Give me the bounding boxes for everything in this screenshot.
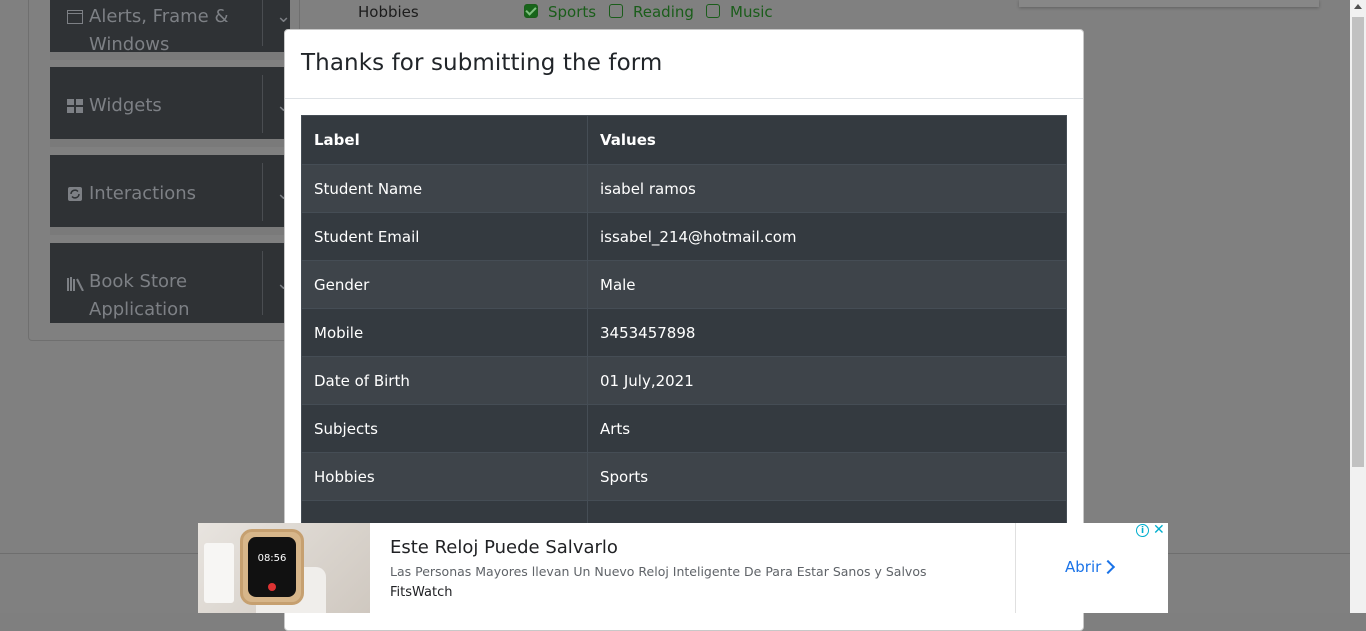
table-row: Date of Birth 01 July,2021 (301, 356, 1067, 405)
row-label: Student Name (301, 164, 588, 213)
table-row: Hobbies Sports (301, 452, 1067, 501)
row-value: Male (587, 260, 1067, 309)
column-header-values: Values (587, 115, 1067, 165)
table-row: Student Email issabel_214@hotmail.com (301, 212, 1067, 261)
chevron-down-icon[interactable]: ⌄ (276, 6, 291, 27)
ad-image[interactable]: 08:56 (198, 523, 370, 613)
row-label: Hobbies (301, 452, 588, 501)
ad-description: Las Personas Mayores llevan Un Nuevo Rel… (390, 564, 927, 579)
results-table-container[interactable]: Label Values Student Name isabel ramos S… (301, 115, 1067, 545)
row-label: Gender (301, 260, 588, 309)
sidebar-group-widgets[interactable]: Widgets ⌄ (50, 67, 291, 147)
row-value: 3453457898 (587, 308, 1067, 357)
modal-header: Thanks for submitting the form (285, 30, 1083, 99)
results-table: Label Values Student Name isabel ramos S… (301, 115, 1067, 545)
ad-title[interactable]: Este Reloj Puede Salvarlo (390, 537, 618, 558)
music-checkbox[interactable] (706, 4, 720, 18)
row-label: Subjects (301, 404, 588, 453)
page-scrollbar[interactable] (1350, 0, 1366, 613)
table-row: Subjects Arts (301, 404, 1067, 453)
sports-checkbox[interactable] (524, 4, 538, 18)
scroll-up-icon[interactable] (1354, 4, 1362, 9)
close-icon[interactable]: ✕ (1153, 522, 1165, 538)
table-row: Student Name isabel ramos (301, 164, 1067, 213)
reading-label[interactable]: Reading (633, 3, 694, 21)
row-value: isabel ramos (587, 164, 1067, 213)
ad-open-button[interactable]: Abrir (1065, 558, 1101, 576)
sidebar-group-label: Alerts, Frame & (89, 6, 229, 27)
chevron-right-icon[interactable] (1100, 559, 1116, 575)
row-value: Arts (587, 404, 1067, 453)
sidebar-group-label: Widgets (89, 95, 162, 116)
watch-icon: 08:56 (240, 529, 304, 605)
row-label: Mobile (301, 308, 588, 357)
sports-label[interactable]: Sports (548, 3, 596, 21)
window-icon (67, 10, 83, 24)
sidebar-group-interactions[interactable]: Interactions ⌄ (50, 155, 291, 235)
sidebar-group-label: Book Store (89, 271, 188, 292)
column-header-label: Label (301, 115, 588, 165)
row-value: issabel_214@hotmail.com (587, 212, 1067, 261)
row-label: Date of Birth (301, 356, 588, 405)
widgets-icon (67, 99, 83, 113)
watch-time: 08:56 (257, 553, 287, 564)
row-value: Sports (587, 452, 1067, 501)
sidebar-group-label: Interactions (89, 183, 197, 204)
modal-title: Thanks for submitting the form (301, 50, 663, 76)
scroll-thumb[interactable] (1352, 17, 1364, 467)
table-row: Mobile 3453457898 (301, 308, 1067, 357)
row-value: 01 July,2021 (587, 356, 1067, 405)
book-icon (67, 277, 84, 291)
sidebar-group-label-2: Windows (89, 34, 170, 55)
table-row: Gender Male (301, 260, 1067, 309)
top-right-panel (1019, 0, 1319, 7)
table-header-row: Label Values (301, 115, 1067, 165)
sidebar-group-bookstore[interactable]: Book Store Application ⌄ (50, 243, 291, 323)
ad-banner[interactable]: 08:56 Este Reloj Puede Salvarlo Las Pers… (198, 522, 1168, 613)
hobbies-label: Hobbies (358, 3, 419, 21)
info-icon[interactable]: i (1136, 524, 1149, 537)
sidebar-group-alerts[interactable]: Alerts, Frame & Windows ⌄ (50, 0, 291, 60)
reading-checkbox[interactable] (609, 4, 623, 18)
music-label[interactable]: Music (730, 3, 773, 21)
row-label: Student Email (301, 212, 588, 261)
sidebar-group-label-2: Application (89, 299, 190, 320)
ad-brand: FitsWatch (390, 585, 453, 600)
interactions-icon (68, 187, 82, 201)
